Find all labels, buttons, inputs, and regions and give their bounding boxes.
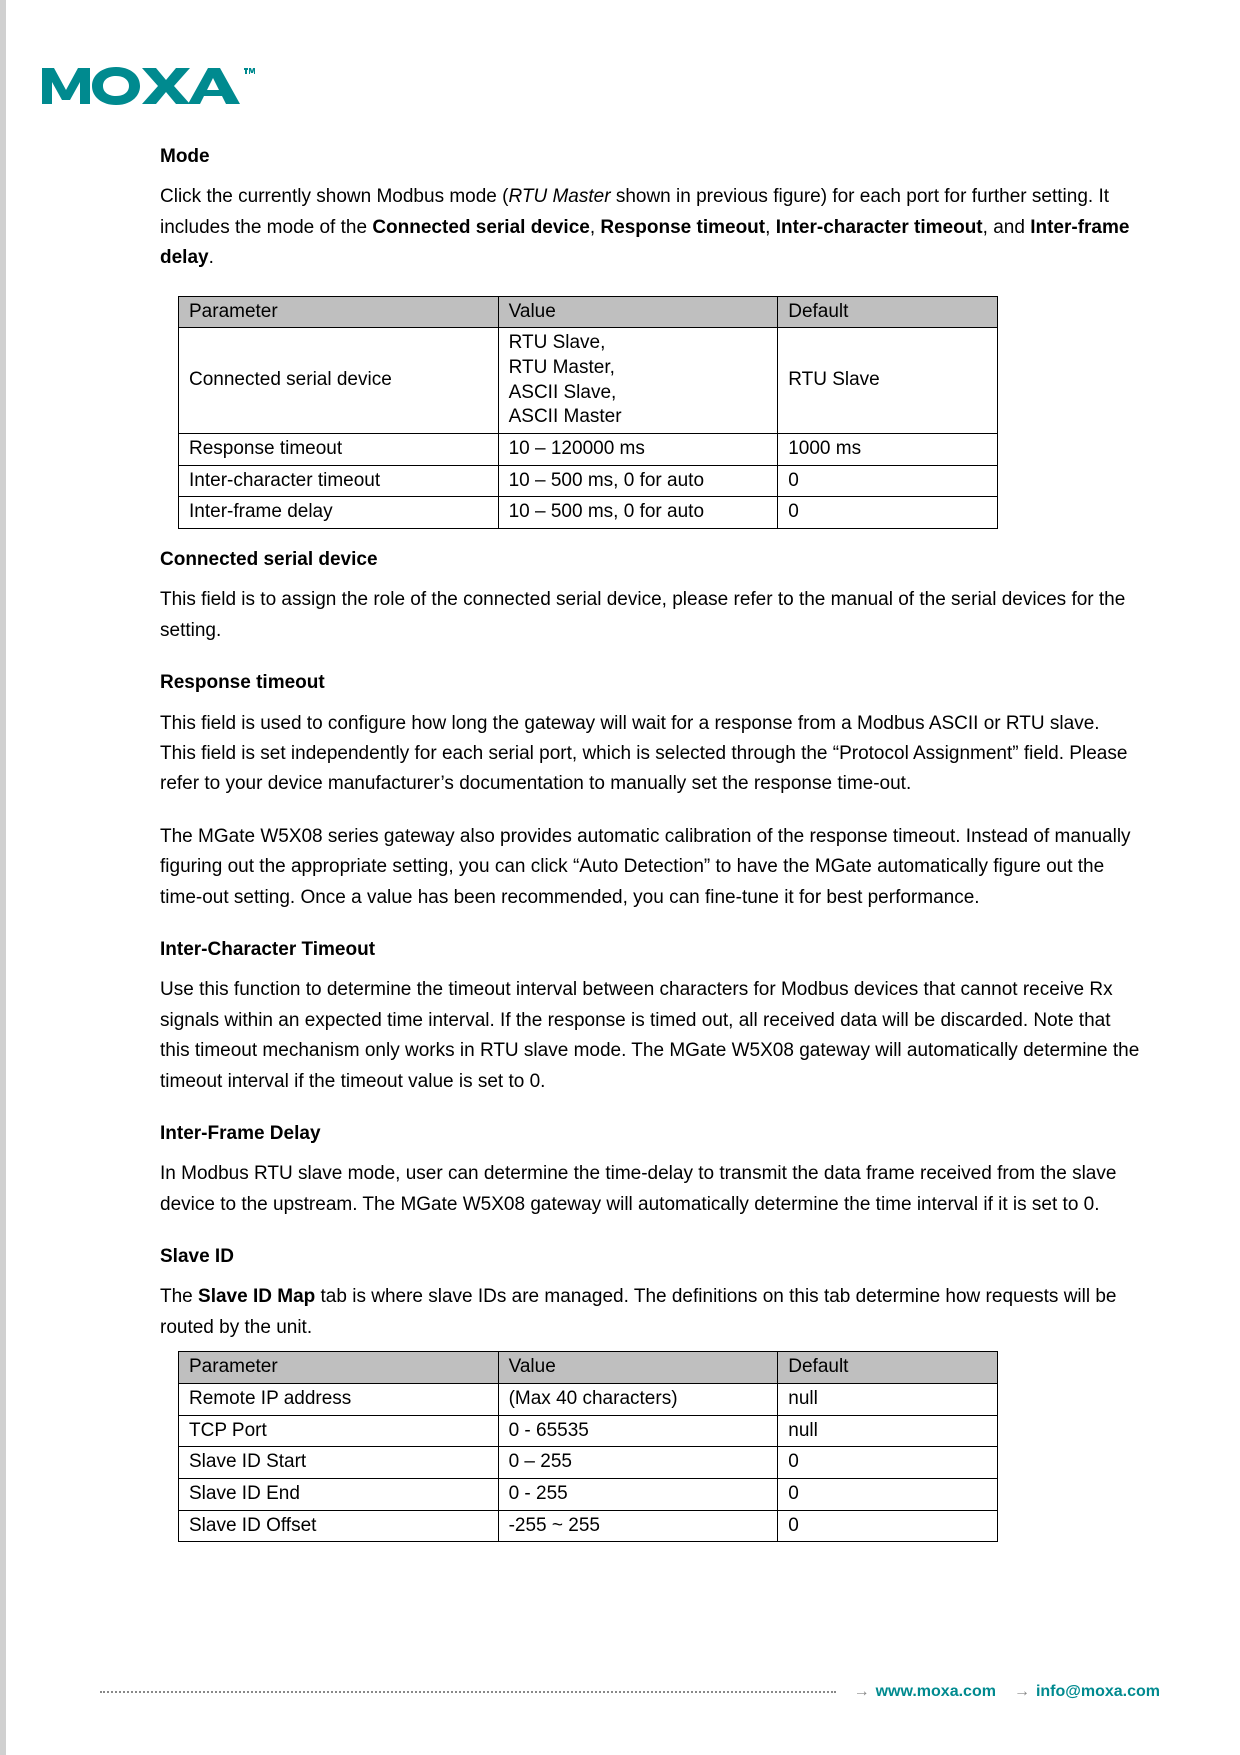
td-value: -255 ~ 255: [498, 1510, 778, 1542]
para-slave-id: The Slave ID Map tab is where slave IDs …: [160, 1282, 1140, 1343]
brand-logo: [40, 60, 1200, 112]
para-csd: This field is to assign the role of the …: [160, 585, 1140, 646]
td-default: 0: [778, 1510, 998, 1542]
page-body: Mode Click the currently shown Modbus mo…: [40, 60, 1200, 1558]
table-row: Remote IP address (Max 40 characters) nu…: [179, 1383, 998, 1415]
th-default: Default: [778, 1352, 998, 1384]
td-parameter: Slave ID End: [179, 1479, 499, 1511]
td-value: (Max 40 characters): [498, 1383, 778, 1415]
text-bold: Response timeout: [600, 217, 765, 238]
td-default: 0: [778, 1479, 998, 1511]
heading-inter-frame-delay: Inter-Frame Delay: [160, 1119, 1140, 1149]
text: ,: [590, 217, 601, 238]
td-default: 0: [778, 1447, 998, 1479]
table-header-row: Parameter Value Default: [179, 1352, 998, 1384]
text-italic: RTU Master: [508, 186, 610, 207]
table-mode-parameters: Parameter Value Default Connected serial…: [178, 296, 998, 530]
text-bold: Inter-character timeout: [776, 217, 983, 238]
td-default: 0: [778, 465, 998, 497]
table-row: Inter-frame delay 10 – 500 ms, 0 for aut…: [179, 497, 998, 529]
td-parameter: Response timeout: [179, 434, 499, 466]
td-default: 0: [778, 497, 998, 529]
para-rt-2: The MGate W5X08 series gateway also prov…: [160, 822, 1140, 913]
para-rt-1: This field is used to configure how long…: [160, 709, 1140, 800]
td-default: RTU Slave: [778, 328, 998, 434]
td-value: 0 - 65535: [498, 1415, 778, 1447]
td-parameter: Slave ID Offset: [179, 1510, 499, 1542]
para-ict: Use this function to determine the timeo…: [160, 975, 1140, 1097]
page-footer: → www.moxa.com → info@moxa.com: [100, 1683, 1160, 1701]
th-value: Value: [498, 1352, 778, 1384]
para-ifd: In Modbus RTU slave mode, user can deter…: [160, 1159, 1140, 1220]
table-row: Slave ID Offset -255 ~ 255 0: [179, 1510, 998, 1542]
arrow-icon: →: [854, 1683, 870, 1701]
table-row: Response timeout 10 – 120000 ms 1000 ms: [179, 434, 998, 466]
th-parameter: Parameter: [179, 296, 499, 328]
para-mode: Click the currently shown Modbus mode (R…: [160, 182, 1140, 273]
td-parameter: Inter-character timeout: [179, 465, 499, 497]
td-value: 10 – 500 ms, 0 for auto: [498, 465, 778, 497]
td-value: 0 - 255: [498, 1479, 778, 1511]
heading-mode: Mode: [160, 142, 1140, 172]
heading-inter-character-timeout: Inter-Character Timeout: [160, 935, 1140, 965]
text: The: [160, 1286, 198, 1307]
table-slave-id-parameters: Parameter Value Default Remote IP addres…: [178, 1351, 998, 1542]
text-bold: Slave ID Map: [198, 1286, 315, 1307]
moxa-logo-icon: [40, 60, 260, 112]
td-parameter: Remote IP address: [179, 1383, 499, 1415]
left-accent-bar: [0, 0, 6, 1755]
td-parameter: Slave ID Start: [179, 1447, 499, 1479]
table-row: TCP Port 0 - 65535 null: [179, 1415, 998, 1447]
th-value: Value: [498, 296, 778, 328]
td-default: null: [778, 1383, 998, 1415]
main-content: Mode Click the currently shown Modbus mo…: [160, 142, 1140, 1542]
table-header-row: Parameter Value Default: [179, 296, 998, 328]
footer-url[interactable]: www.moxa.com: [876, 1683, 996, 1701]
td-default: 1000 ms: [778, 434, 998, 466]
text: , and: [983, 217, 1031, 238]
table-row: Connected serial device RTU Slave, RTU M…: [179, 328, 998, 434]
text: .: [209, 247, 214, 268]
td-value: 0 – 255: [498, 1447, 778, 1479]
td-default: null: [778, 1415, 998, 1447]
heading-csd: Connected serial device: [160, 545, 1140, 575]
td-parameter: Connected serial device: [179, 328, 499, 434]
footer-divider: [100, 1691, 836, 1693]
text: Click the currently shown Modbus mode (: [160, 186, 508, 207]
heading-slave-id: Slave ID: [160, 1242, 1140, 1272]
th-parameter: Parameter: [179, 1352, 499, 1384]
table-row: Slave ID Start 0 – 255 0: [179, 1447, 998, 1479]
td-parameter: TCP Port: [179, 1415, 499, 1447]
td-value: 10 – 120000 ms: [498, 434, 778, 466]
th-default: Default: [778, 296, 998, 328]
table-row: Slave ID End 0 - 255 0: [179, 1479, 998, 1511]
td-value: 10 – 500 ms, 0 for auto: [498, 497, 778, 529]
table-row: Inter-character timeout 10 – 500 ms, 0 f…: [179, 465, 998, 497]
td-parameter: Inter-frame delay: [179, 497, 499, 529]
heading-response-timeout: Response timeout: [160, 668, 1140, 698]
text: ,: [765, 217, 776, 238]
text-bold: Connected serial device: [372, 217, 590, 238]
arrow-icon: →: [1014, 1683, 1030, 1701]
footer-email[interactable]: info@moxa.com: [1036, 1683, 1160, 1701]
td-value: RTU Slave, RTU Master, ASCII Slave, ASCI…: [498, 328, 778, 434]
